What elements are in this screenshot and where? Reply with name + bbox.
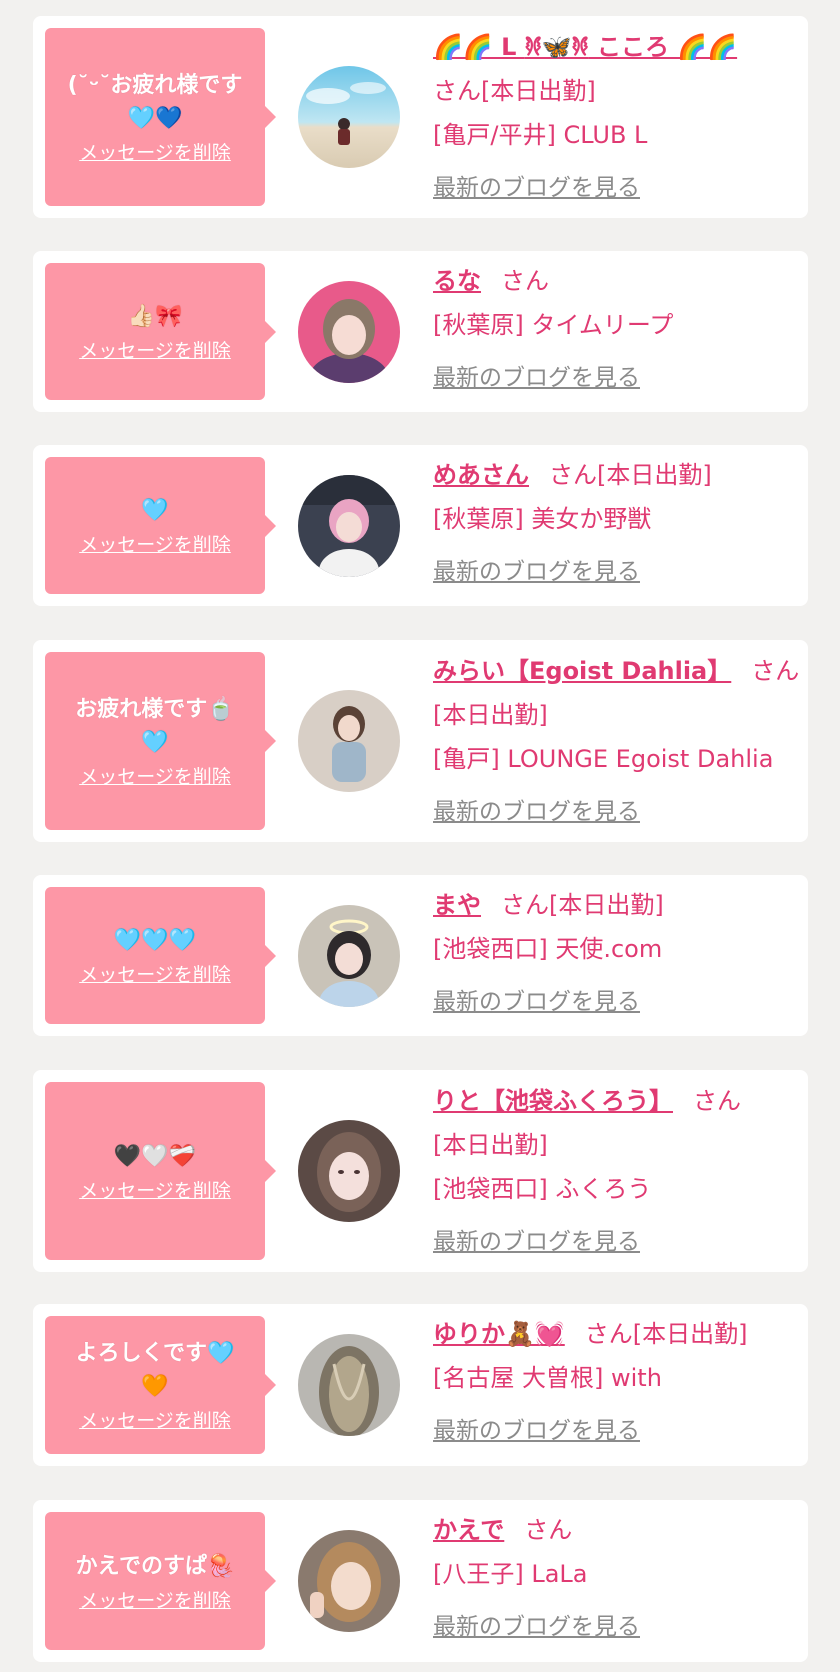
message-bubble: 👍🏻🎀 メッセージを削除 xyxy=(45,263,276,400)
message-text: 🩵🩵🩵 xyxy=(113,928,197,953)
cast-name-link[interactable]: りと【池袋ふくろう】 xyxy=(433,1087,673,1115)
cast-suffix: さん xyxy=(751,657,800,685)
cast-name-link[interactable]: めあさん xyxy=(433,461,529,489)
message-text: かえでのすぱ🪼 xyxy=(75,1553,235,1579)
cast-suffix: さん[本日出勤] xyxy=(549,461,712,489)
message-card: 🩵 メッセージを削除 めあさん さん[本日出勤] [秋葉原] 美女か野獣 最新のブ… xyxy=(33,445,808,606)
cast-name-link[interactable]: みらい【Egoist Dahlia】 xyxy=(433,657,731,685)
shop-name: [八王子] LaLa xyxy=(433,1560,588,1588)
delete-message-button[interactable]: メッセージを削除 xyxy=(79,141,231,165)
delete-message-button[interactable]: メッセージを削除 xyxy=(79,1179,231,1203)
latest-blog-link[interactable]: 最新のブログを見る xyxy=(433,552,640,592)
avatar[interactable] xyxy=(298,475,400,577)
delete-message-button[interactable]: メッセージを削除 xyxy=(79,1409,231,1433)
cast-suffix: さん xyxy=(501,267,549,295)
cast-name-link[interactable]: ゆりか🧸💓 xyxy=(433,1320,565,1348)
cast-name-link[interactable]: まや xyxy=(433,891,481,919)
message-bubble: 🖤🤍❤️‍🩹 メッセージを削除 xyxy=(45,1082,276,1260)
message-text: (˘ᵕ˘お疲れ様です 🩵💙 xyxy=(67,73,243,131)
delete-message-button[interactable]: メッセージを削除 xyxy=(79,339,231,363)
message-text: 👍🏻🎀 xyxy=(127,304,183,329)
profile-info: るな さん [秋葉原] タイムリープ 最新のブログを見る xyxy=(433,259,800,398)
message-bubble: かえでのすぱ🪼 メッセージを削除 xyxy=(45,1512,276,1650)
cast-suffix: さん xyxy=(524,1516,573,1544)
latest-blog-link[interactable]: 最新のブログを見る xyxy=(433,168,640,208)
message-bubble: よろしくです🩵 🧡 メッセージを削除 xyxy=(45,1316,276,1454)
profile-info: 🌈🌈 L 𐦍🦋𐦍 こころ 🌈🌈 さん[本日出勤] [亀戸/平井] CLUB L … xyxy=(433,25,800,208)
message-card: お疲れ様です🍵 🩵 メッセージを削除 みらい【Egoist Dahlia】 さん … xyxy=(33,640,808,842)
cast-status: [本日出勤] xyxy=(433,1131,548,1159)
cast-status: [本日出勤] xyxy=(433,701,548,729)
message-card: (˘ᵕ˘お疲れ様です 🩵💙 メッセージを削除 🌈🌈 L 𐦍🦋𐦍 こころ 🌈🌈 さ… xyxy=(33,16,808,218)
message-card: 🖤🤍❤️‍🩹 メッセージを削除 りと【池袋ふくろう】 さん [本日出勤] [池袋西… xyxy=(33,1070,808,1272)
message-list: (˘ᵕ˘お疲れ様です 🩵💙 メッセージを削除 🌈🌈 L 𐦍🦋𐦍 こころ 🌈🌈 さ… xyxy=(0,0,840,1672)
message-text: 🩵 xyxy=(141,498,169,523)
profile-info: めあさん さん[本日出勤] [秋葉原] 美女か野獣 最新のブログを見る xyxy=(433,453,800,592)
delete-message-button[interactable]: メッセージを削除 xyxy=(79,1589,231,1613)
message-card: 🩵🩵🩵 メッセージを削除 まや さん[本日出勤] [池袋西口] 天使.com 最新… xyxy=(33,875,808,1036)
profile-info: かえで さん [八王子] LaLa 最新のブログを見る xyxy=(433,1508,800,1647)
cast-suffix: さん[本日出勤] xyxy=(433,77,596,105)
latest-blog-link[interactable]: 最新のブログを見る xyxy=(433,982,640,1022)
delete-message-button[interactable]: メッセージを削除 xyxy=(79,765,231,789)
cast-suffix: さん[本日出勤] xyxy=(584,1320,748,1348)
message-card: かえでのすぱ🪼 メッセージを削除 かえで さん [八王子] LaLa 最新のブログ… xyxy=(33,1500,808,1662)
message-card: よろしくです🩵 🧡 メッセージを削除 ゆりか🧸💓 さん[本日出勤] [名古屋 大曽… xyxy=(33,1304,808,1466)
profile-info: まや さん[本日出勤] [池袋西口] 天使.com 最新のブログを見る xyxy=(433,883,800,1022)
message-bubble: 🩵 メッセージを削除 xyxy=(45,457,276,594)
cast-name-link[interactable]: るな xyxy=(433,267,481,295)
message-text: 🖤🤍❤️‍🩹 xyxy=(113,1143,197,1169)
avatar[interactable] xyxy=(298,66,400,168)
message-bubble: (˘ᵕ˘お疲れ様です 🩵💙 メッセージを削除 xyxy=(45,28,276,206)
shop-name: [秋葉原] タイムリープ xyxy=(433,311,674,339)
cast-suffix: さん[本日出勤] xyxy=(501,891,664,919)
message-text: お疲れ様です🍵 🩵 xyxy=(75,697,235,755)
latest-blog-link[interactable]: 最新のブログを見る xyxy=(433,1222,640,1262)
delete-message-button[interactable]: メッセージを削除 xyxy=(79,533,231,557)
avatar[interactable] xyxy=(298,1334,400,1436)
cast-suffix: さん xyxy=(693,1087,741,1115)
delete-message-button[interactable]: メッセージを削除 xyxy=(79,963,231,987)
avatar[interactable] xyxy=(298,690,400,792)
message-bubble: 🩵🩵🩵 メッセージを削除 xyxy=(45,887,276,1024)
avatar[interactable] xyxy=(298,281,400,383)
avatar[interactable] xyxy=(298,1530,400,1632)
avatar[interactable] xyxy=(298,1120,400,1222)
avatar[interactable] xyxy=(298,905,400,1007)
latest-blog-link[interactable]: 最新のブログを見る xyxy=(433,792,640,832)
shop-name: [池袋西口] ふくろう xyxy=(433,1175,652,1203)
latest-blog-link[interactable]: 最新のブログを見る xyxy=(433,1607,640,1647)
cast-name-link[interactable]: 🌈🌈 L 𐦍🦋𐦍 こころ 🌈🌈 xyxy=(433,33,737,61)
cast-name-link[interactable]: かえで xyxy=(433,1516,504,1544)
shop-name: [亀戸/平井] CLUB L xyxy=(433,121,648,149)
shop-name: [池袋西口] 天使.com xyxy=(433,935,663,963)
shop-name: [秋葉原] 美女か野獣 xyxy=(433,505,652,533)
message-text: よろしくです🩵 🧡 xyxy=(75,1341,235,1399)
shop-name: [名古屋 大曽根] with xyxy=(433,1364,662,1392)
profile-info: ゆりか🧸💓 さん[本日出勤] [名古屋 大曽根] with 最新のブログを見る xyxy=(433,1312,800,1451)
message-card: 👍🏻🎀 メッセージを削除 るな さん [秋葉原] タイムリープ 最新のブログを見る xyxy=(33,251,808,412)
message-bubble: お疲れ様です🍵 🩵 メッセージを削除 xyxy=(45,652,276,830)
profile-info: みらい【Egoist Dahlia】 さん [本日出勤] [亀戸] LOUNGE … xyxy=(433,649,800,832)
latest-blog-link[interactable]: 最新のブログを見る xyxy=(433,1411,640,1451)
profile-info: りと【池袋ふくろう】 さん [本日出勤] [池袋西口] ふくろう 最新のブログを見… xyxy=(433,1079,800,1262)
latest-blog-link[interactable]: 最新のブログを見る xyxy=(433,358,640,398)
shop-name: [亀戸] LOUNGE Egoist Dahlia xyxy=(433,745,774,773)
